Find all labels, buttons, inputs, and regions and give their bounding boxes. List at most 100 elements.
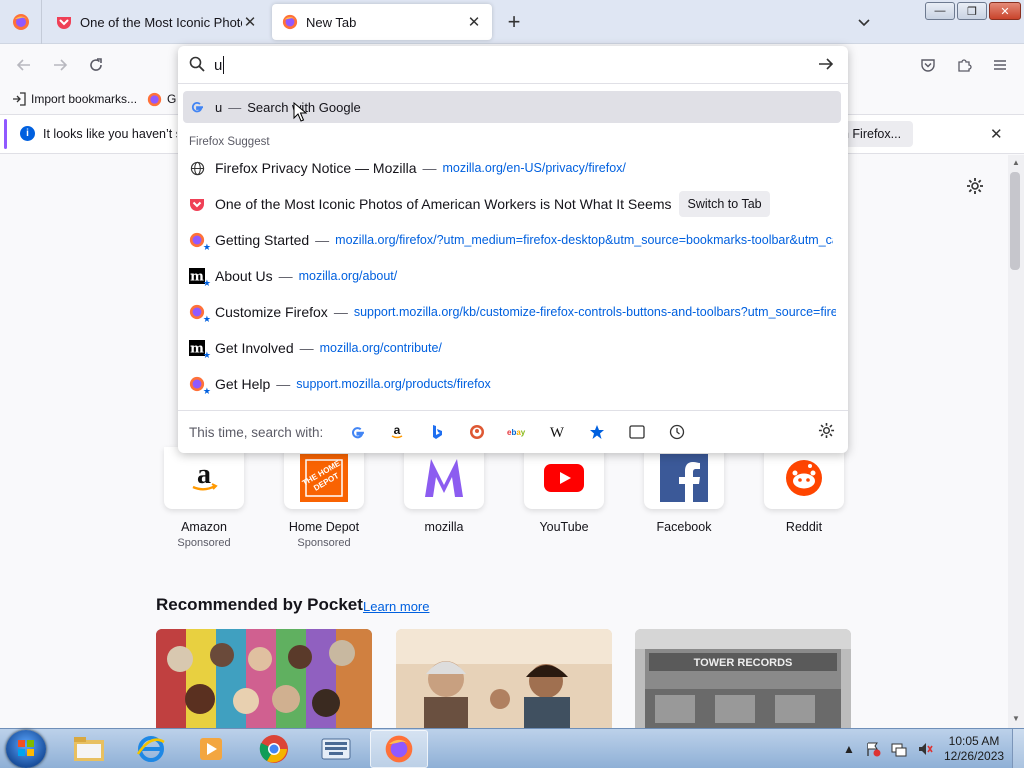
sponsored-label: Sponsored: [297, 537, 351, 549]
pocket-icon: [57, 17, 71, 29]
shortcut-tile-mozilla[interactable]: mozilla: [396, 447, 492, 534]
list-all-tabs-chevron-icon[interactable]: [852, 10, 876, 34]
urlbar-input[interactable]: [214, 55, 794, 75]
media-player-icon: [200, 738, 222, 760]
shortcut-tile-reddit[interactable]: Reddit: [756, 447, 852, 534]
network-icon[interactable]: [891, 741, 907, 757]
window-minimize-button[interactable]: —: [925, 2, 955, 20]
google-icon[interactable]: [345, 420, 369, 444]
pocket-save-icon[interactable]: [916, 53, 940, 77]
personalize-gear-icon[interactable]: [966, 177, 984, 198]
tab-close-icon[interactable]: ✕: [466, 14, 482, 31]
svg-text:a: a: [197, 461, 211, 490]
pocket-story-card[interactable]: [396, 629, 612, 728]
result-row[interactable]: m ★ About Us — mozilla.org/about/: [188, 262, 397, 290]
bing-icon[interactable]: [425, 420, 449, 444]
result-search-google[interactable]: u — Search with Google: [188, 93, 361, 121]
mozilla-m-icon: m ★: [189, 340, 211, 360]
bookmark-label: Import bookmarks...: [31, 92, 138, 106]
bookmark-getting-started[interactable]: G: [147, 92, 176, 107]
pocket-story-card[interactable]: TOWER RECORDS: [635, 629, 851, 728]
tab-new-tab[interactable]: New Tab ✕: [272, 4, 492, 40]
result-row[interactable]: ★ Customize Firefox — support.mozilla.or…: [188, 298, 836, 326]
shortcut-name: Reddit: [785, 520, 823, 534]
firefox-bookmark-icon: ★: [188, 375, 211, 396]
google-icon: [188, 98, 206, 116]
svg-text:W: W: [550, 425, 565, 439]
result-title: Firefox Privacy Notice — Mozilla: [215, 160, 417, 176]
result-dash: —: [422, 160, 437, 176]
tab-pocket-article[interactable]: One of the Most Iconic Photos of America…: [46, 4, 268, 40]
wikipedia-icon[interactable]: W: [545, 420, 569, 444]
tab-close-icon[interactable]: ✕: [242, 14, 258, 31]
pocket-story-card[interactable]: [156, 629, 372, 728]
firefox-bookmark-icon: ★: [188, 231, 211, 252]
result-row[interactable]: One of the Most Iconic Photos of America…: [188, 190, 770, 218]
result-row[interactable]: ★ Getting Started — mozilla.org/firefox/…: [188, 226, 833, 254]
new-tab-plus-icon[interactable]: +: [502, 9, 526, 34]
volume-muted-icon[interactable]: [917, 741, 933, 757]
result-title: Get Involved: [215, 340, 294, 356]
internet-explorer-icon: [136, 736, 165, 762]
window-close-button[interactable]: ✕: [989, 2, 1021, 20]
forward-arrow-icon[interactable]: [48, 53, 72, 77]
amazon-icon[interactable]: a: [385, 420, 409, 444]
start-button[interactable]: [6, 730, 46, 768]
shortcut-tile-facebook[interactable]: Facebook: [636, 447, 732, 534]
duckduckgo-icon[interactable]: [465, 420, 489, 444]
tabs-icon[interactable]: [625, 420, 649, 444]
tab-label: New Tab: [306, 14, 357, 30]
app-menu-hamburger-icon[interactable]: [988, 53, 1012, 77]
back-arrow-icon[interactable]: [12, 53, 36, 77]
folder-icon: [74, 737, 104, 761]
windows-taskbar: ▲ 10:05 AM 12/26/2023: [0, 728, 1024, 768]
taskbar-media-player[interactable]: [182, 730, 240, 768]
clock-time: 10:05 AM: [948, 734, 1000, 748]
window-maximize-button[interactable]: ❐: [957, 2, 987, 20]
show-hidden-icons-arrow-icon[interactable]: ▲: [843, 742, 855, 756]
pocket-learn-more-link[interactable]: Learn more: [363, 599, 429, 614]
result-title: About Us: [215, 268, 273, 284]
shortcut-tile-amazon[interactable]: a Amazon Sponsored: [156, 447, 252, 549]
taskbar-file-explorer[interactable]: [60, 730, 118, 768]
go-arrow-icon[interactable]: [818, 56, 834, 72]
firefox-view-button[interactable]: [0, 0, 42, 44]
taskbar-internet-explorer[interactable]: [122, 730, 180, 768]
reload-icon[interactable]: [84, 53, 108, 77]
history-icon[interactable]: [665, 420, 689, 444]
scroll-down-arrow-icon[interactable]: ▼: [1010, 714, 1022, 723]
search-icon: [189, 56, 205, 72]
shortcut-tile-youtube[interactable]: YouTube: [516, 447, 612, 534]
result-dash: —: [315, 232, 330, 248]
mouse-pointer-icon: [293, 102, 307, 122]
taskbar-chrome[interactable]: [245, 730, 303, 768]
notification-text: It looks like you haven’t s: [43, 127, 177, 141]
extensions-puzzle-icon[interactable]: [952, 53, 976, 77]
search-settings-gear-icon[interactable]: [818, 422, 835, 439]
bookmarks-star-icon[interactable]: [585, 420, 609, 444]
shortcut-tile-home-depot[interactable]: THE HOME DEPOT Home Depot Sponsored: [276, 447, 372, 549]
taskbar-keyboard-app[interactable]: [307, 730, 365, 768]
action-center-flag-icon[interactable]: [865, 741, 881, 757]
taskbar-clock[interactable]: 10:05 AM 12/26/2023: [944, 734, 1004, 764]
result-row[interactable]: ★ Get Help — support.mozilla.org/product…: [188, 370, 491, 398]
taskbar-firefox[interactable]: [370, 730, 428, 768]
notification-close-icon[interactable]: ✕: [990, 125, 1003, 143]
scroll-up-arrow-icon[interactable]: ▲: [1010, 158, 1022, 167]
result-url: mozilla.org/contribute/: [319, 341, 442, 355]
switch-to-tab-button[interactable]: Switch to Tab: [679, 191, 770, 217]
bookmark-label: G: [167, 92, 177, 106]
show-desktop-button[interactable]: [1012, 729, 1024, 768]
shortcut-name: mozilla: [424, 520, 464, 534]
result-row[interactable]: Firefox Privacy Notice — Mozilla — mozil…: [188, 154, 626, 182]
result-row[interactable]: m ★ Get Involved — mozilla.org/contribute…: [188, 334, 442, 362]
scrollbar-thumb[interactable]: [1010, 172, 1020, 270]
bookmark-import[interactable]: Import bookmarks...: [12, 92, 137, 106]
firefox-icon: [385, 735, 413, 763]
result-title: One of the Most Iconic Photos of America…: [215, 196, 672, 212]
result-dash: —: [228, 99, 242, 115]
info-icon: i: [20, 126, 35, 141]
ebay-icon[interactable]: ebay: [505, 420, 529, 444]
import-icon: [13, 92, 26, 106]
home-depot-logo-icon: THE HOMEDEPOT: [300, 454, 348, 502]
